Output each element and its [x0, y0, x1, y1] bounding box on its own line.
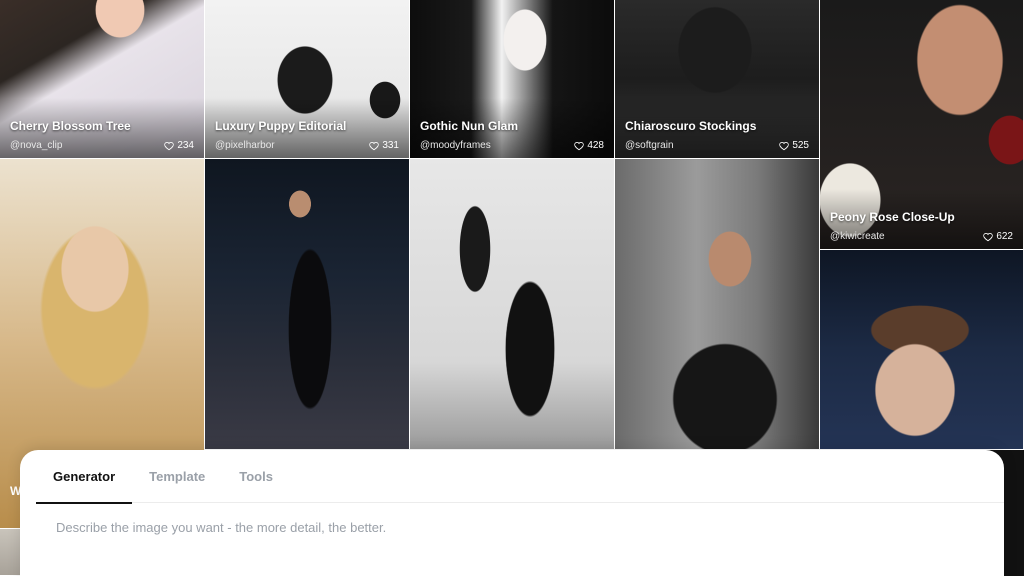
heart-icon: [983, 232, 994, 241]
gallery-card[interactable]: [205, 159, 410, 450]
heart-icon: [164, 141, 175, 150]
tab-tools[interactable]: Tools: [222, 450, 290, 503]
gallery-card[interactable]: Gothic Nun Glam @moodyframes 428: [410, 0, 615, 159]
card-author[interactable]: @nova_clip: [10, 140, 62, 151]
card-image: [615, 159, 819, 449]
heart-icon: [369, 141, 380, 150]
prompt-input[interactable]: [56, 520, 956, 535]
tab-generator[interactable]: Generator: [36, 450, 133, 504]
like-count[interactable]: 234: [164, 140, 194, 151]
card-title: Peony Rose Close-Up: [830, 210, 955, 224]
like-count[interactable]: 331: [369, 140, 399, 151]
card-author[interactable]: @kiwicreate: [830, 231, 885, 242]
card-title: Gothic Nun Glam: [420, 119, 519, 133]
gallery-card[interactable]: [410, 159, 615, 450]
like-count[interactable]: 428: [574, 140, 604, 151]
card-title: Cherry Blossom Tree: [10, 119, 131, 133]
card-image: [205, 159, 409, 449]
card-image: [410, 159, 614, 449]
card-author[interactable]: @pixelharbor: [215, 140, 275, 151]
card-author[interactable]: @softgrain: [625, 140, 674, 151]
gallery-card[interactable]: Luxury Puppy Editorial @pixelharbor 331: [205, 0, 410, 159]
gallery-card[interactable]: [615, 159, 820, 450]
card-author[interactable]: @moodyframes: [420, 140, 491, 151]
gallery-card[interactable]: Cherry Blossom Tree @nova_clip 234: [0, 0, 205, 159]
like-count[interactable]: 622: [983, 231, 1013, 242]
card-title: Luxury Puppy Editorial: [215, 119, 347, 133]
heart-icon: [574, 141, 585, 150]
card-title: Chiaroscuro Stockings: [625, 119, 757, 133]
card-image: [820, 250, 1023, 449]
gallery-card[interactable]: Chiaroscuro Stockings @softgrain 525: [615, 0, 820, 159]
generator-panel: Generator Template Tools: [20, 450, 1004, 576]
gallery-card[interactable]: [820, 250, 1024, 450]
tab-template[interactable]: Template: [132, 450, 222, 503]
gallery-card[interactable]: Peony Rose Close-Up @kiwicreate 622: [820, 0, 1024, 250]
heart-icon: [779, 141, 790, 150]
panel-tabs: Generator Template Tools: [36, 450, 1004, 504]
like-count[interactable]: 525: [779, 140, 809, 151]
